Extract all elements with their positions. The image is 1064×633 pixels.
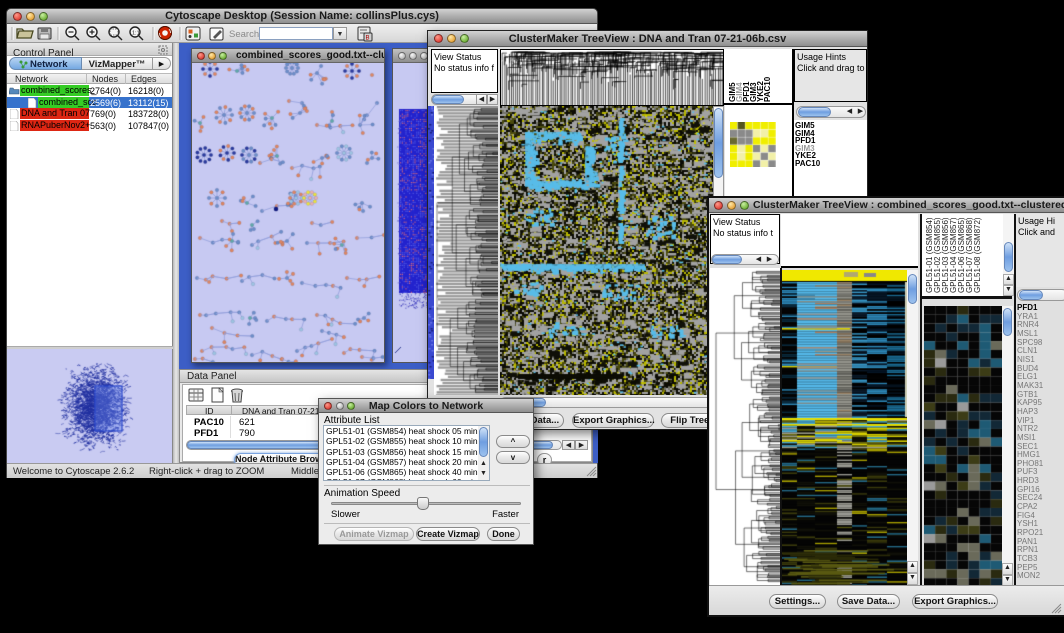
svg-text:B: B xyxy=(366,36,370,42)
svg-text:Search:: Search: xyxy=(229,29,262,40)
svg-text:1:1: 1:1 xyxy=(132,31,140,37)
